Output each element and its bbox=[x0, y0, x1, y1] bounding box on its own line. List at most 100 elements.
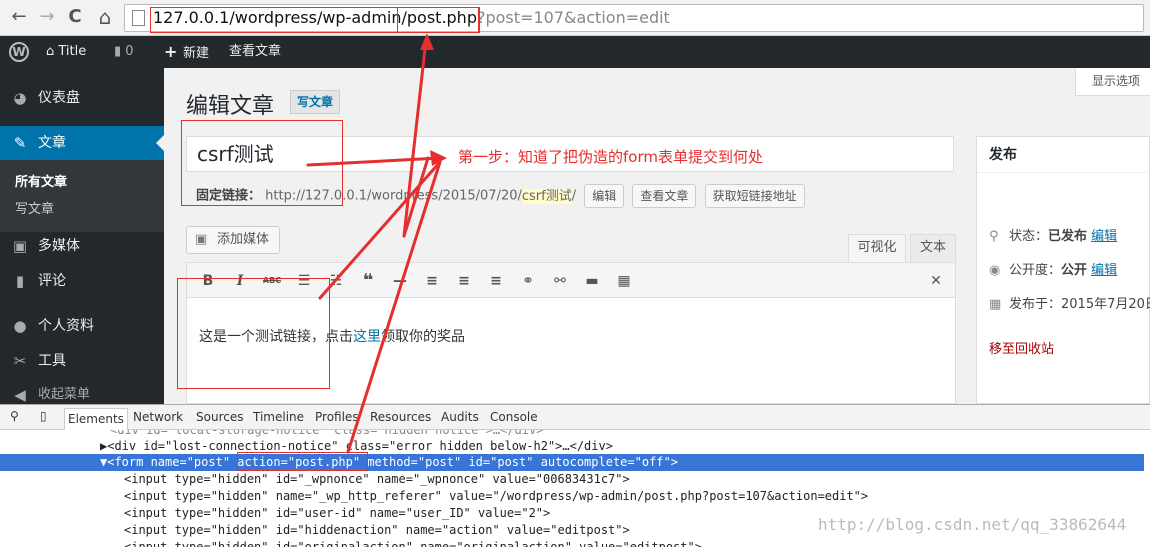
sidebar-item-label: 评论 bbox=[38, 273, 66, 289]
device-icon[interactable]: ▯ bbox=[40, 409, 47, 423]
status-value: 已发布 bbox=[1048, 229, 1088, 244]
tab-timeline[interactable]: Timeline bbox=[253, 410, 304, 424]
wrench-icon: ✂ bbox=[13, 352, 27, 370]
tab-text[interactable]: 文本 bbox=[910, 234, 956, 262]
submenu-new-post[interactable]: 写文章 bbox=[15, 198, 54, 217]
wp-admin-bar: W ⌂ Title ▮ 0 + 新建 查看文章 bbox=[0, 36, 1150, 68]
home-icon[interactable]: ⌂ bbox=[94, 6, 116, 28]
inspect-icon[interactable]: ⚲ bbox=[10, 409, 19, 423]
sidebar-item-tools[interactable]: ✂ 工具 bbox=[0, 344, 164, 378]
align-left-icon[interactable]: ≡ bbox=[421, 270, 443, 292]
page-title: 编辑文章 bbox=[186, 94, 275, 119]
dom-line-selected[interactable]: ▼<form name="post" action="post.php" met… bbox=[0, 454, 1144, 471]
visibility-label: 公开度： bbox=[1009, 263, 1062, 278]
trash-link[interactable]: 移至回收站 bbox=[989, 338, 1054, 357]
tab-visual[interactable]: 可视化 bbox=[848, 234, 906, 262]
fullscreen-icon[interactable]: ✕ bbox=[925, 270, 947, 292]
reload-icon[interactable]: C bbox=[64, 6, 86, 28]
annotation-content-box bbox=[177, 278, 330, 389]
read-more-icon[interactable]: ▬ bbox=[581, 270, 603, 292]
plus-icon: + bbox=[164, 42, 183, 61]
tab-resources[interactable]: Resources bbox=[370, 410, 431, 424]
site-title-label: Title bbox=[58, 44, 87, 59]
media-icon: ▣ bbox=[12, 237, 28, 255]
calendar-icon: ▦ bbox=[989, 297, 1002, 312]
watermark: http://blog.csdn.net/qq_33862644 bbox=[818, 515, 1127, 534]
url-query: ?post=107&action=edit bbox=[476, 8, 670, 27]
dom-line[interactable]: <input type="hidden" name="_wp_http_refe… bbox=[0, 488, 1150, 505]
sidebar-item-label: 工具 bbox=[38, 353, 66, 369]
sidebar-item-label: 多媒体 bbox=[38, 238, 80, 254]
forward-icon[interactable]: → bbox=[36, 6, 58, 28]
sidebar-item-profile[interactable]: ● 个人资料 bbox=[0, 309, 164, 343]
status-row: ⚲ 状态：已发布 编辑 bbox=[989, 225, 1117, 244]
editor-link[interactable]: 这里 bbox=[353, 329, 381, 345]
comments-link[interactable]: ▮ 0 bbox=[114, 36, 134, 68]
wordpress-logo-icon[interactable]: W bbox=[9, 42, 29, 62]
tab-network[interactable]: Network bbox=[133, 410, 183, 424]
dashboard-icon: ◕ bbox=[13, 89, 27, 107]
published-value: 2015年7月20日 bbox=[1061, 297, 1150, 312]
tab-audits[interactable]: Audits bbox=[441, 410, 479, 424]
permalink-tail: / bbox=[571, 188, 577, 204]
eye-icon: ◉ bbox=[989, 263, 1001, 278]
sidebar-item-posts[interactable]: ✎ 文章 bbox=[0, 126, 164, 160]
visibility-value: 公开 bbox=[1061, 263, 1088, 278]
sidebar-item-dashboard[interactable]: ◕ 仪表盘 bbox=[0, 81, 164, 115]
pin-icon: ⚲ bbox=[989, 229, 999, 244]
get-shortlink-button[interactable]: 获取短链接地址 bbox=[704, 184, 805, 208]
back-icon[interactable]: ← bbox=[8, 6, 30, 28]
annotation-action-box bbox=[237, 452, 368, 471]
tab-sources[interactable]: Sources bbox=[196, 410, 243, 424]
dom-line[interactable]: ▶<div id="lost-connection-notice" class=… bbox=[0, 438, 1150, 455]
blockquote-icon[interactable]: ❝ bbox=[357, 270, 379, 292]
dom-line[interactable]: <input type="hidden" id="originalaction"… bbox=[0, 539, 1150, 547]
link-icon[interactable]: ⚭ bbox=[517, 270, 539, 292]
sidebar-item-label: 文章 bbox=[38, 135, 66, 151]
tab-elements[interactable]: Elements bbox=[64, 408, 128, 430]
tab-console[interactable]: Console bbox=[490, 410, 538, 424]
media-icon: ▣ bbox=[195, 232, 208, 247]
view-post-button[interactable]: 查看文章 bbox=[632, 184, 697, 208]
sidebar-item-comments[interactable]: ▮ 评论 bbox=[0, 264, 164, 298]
toolbar-toggle-icon[interactable]: ▦ bbox=[613, 270, 635, 292]
new-content-link[interactable]: + 新建 bbox=[164, 36, 209, 68]
view-post-link[interactable]: 查看文章 bbox=[229, 36, 281, 68]
align-center-icon[interactable]: ≡ bbox=[453, 270, 475, 292]
annotation-postphp-box bbox=[397, 7, 479, 33]
dom-line[interactable]: <input type="hidden" id="_wpnonce" name=… bbox=[0, 471, 1150, 488]
sidebar-item-label: 仪表盘 bbox=[38, 90, 80, 106]
screen-options-button[interactable]: 显示选项 bbox=[1075, 68, 1150, 96]
publish-title: 发布 bbox=[977, 137, 1150, 173]
tab-profiles[interactable]: Profiles bbox=[315, 410, 359, 424]
comment-icon: ▮ bbox=[15, 272, 25, 290]
pin-icon: ✎ bbox=[13, 134, 27, 152]
edit-status-link[interactable]: 编辑 bbox=[1091, 229, 1117, 244]
add-new-post-button[interactable]: 写文章 bbox=[290, 90, 341, 114]
comment-bubble-icon: ▮ bbox=[114, 44, 126, 59]
site-title-link[interactable]: ⌂ Title bbox=[46, 36, 86, 68]
add-media-label: 添加媒体 bbox=[217, 232, 270, 247]
new-label: 新建 bbox=[182, 46, 209, 61]
published-row: ▦ 发布于：2015年7月20日 bbox=[989, 293, 1150, 312]
horizontal-rule-icon[interactable]: — bbox=[389, 270, 411, 292]
submenu-all-posts[interactable]: 所有文章 bbox=[15, 171, 67, 190]
editor-text-after: 领取你的奖品 bbox=[381, 329, 465, 345]
publish-box: 发布 ⚲ 状态：已发布 编辑 ◉ 公开度：公开 编辑 ▦ 发布于：2015年7月20日… bbox=[976, 136, 1150, 404]
edit-visibility-link[interactable]: 编辑 bbox=[1091, 263, 1117, 278]
edit-permalink-button[interactable]: 编辑 bbox=[584, 184, 625, 208]
annotation-title-box bbox=[181, 120, 343, 206]
published-label: 发布于： bbox=[1009, 297, 1062, 312]
align-right-icon[interactable]: ≡ bbox=[485, 270, 507, 292]
add-media-button[interactable]: ▣ 添加媒体 bbox=[186, 226, 281, 254]
comments-count: 0 bbox=[125, 44, 134, 59]
sidebar-item-label: 个人资料 bbox=[38, 318, 94, 334]
sidebar-item-label: 收起菜单 bbox=[38, 387, 91, 402]
page-icon bbox=[132, 10, 145, 26]
sidebar-item-media[interactable]: ▣ 多媒体 bbox=[0, 229, 164, 263]
posts-submenu: 所有文章 写文章 bbox=[0, 160, 164, 232]
devtools-tabs: ⚲ ▯ Elements Network Sources Timeline Pr… bbox=[0, 405, 1150, 430]
annotation-text: 第一步：知道了把伪造的form表单提交到何处 bbox=[458, 148, 763, 166]
unlink-icon[interactable]: ⚯ bbox=[549, 270, 571, 292]
permalink-slug[interactable]: csrf测试 bbox=[521, 188, 572, 204]
